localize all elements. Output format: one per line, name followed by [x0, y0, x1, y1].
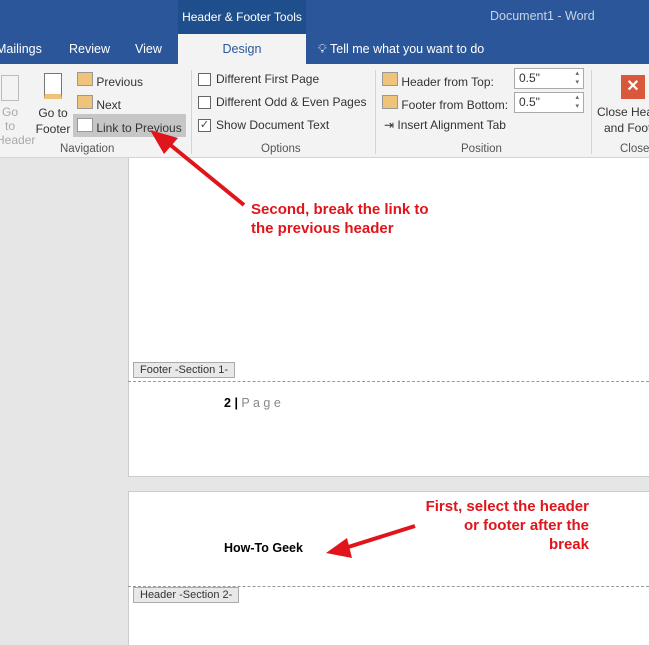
- annotation-line: First, select the header: [425, 498, 589, 515]
- annotation-first: First, select the header or footer after …: [380, 497, 589, 554]
- annotation-line: or footer after the: [463, 517, 589, 534]
- annotation-line: break: [548, 536, 589, 553]
- annotation-line: Second, break the link to: [251, 201, 429, 218]
- annotation-line: the previous header: [251, 220, 394, 237]
- arrow-to-link-to-previous: [150, 130, 246, 207]
- annotation-second: Second, break the link to the previous he…: [251, 200, 429, 238]
